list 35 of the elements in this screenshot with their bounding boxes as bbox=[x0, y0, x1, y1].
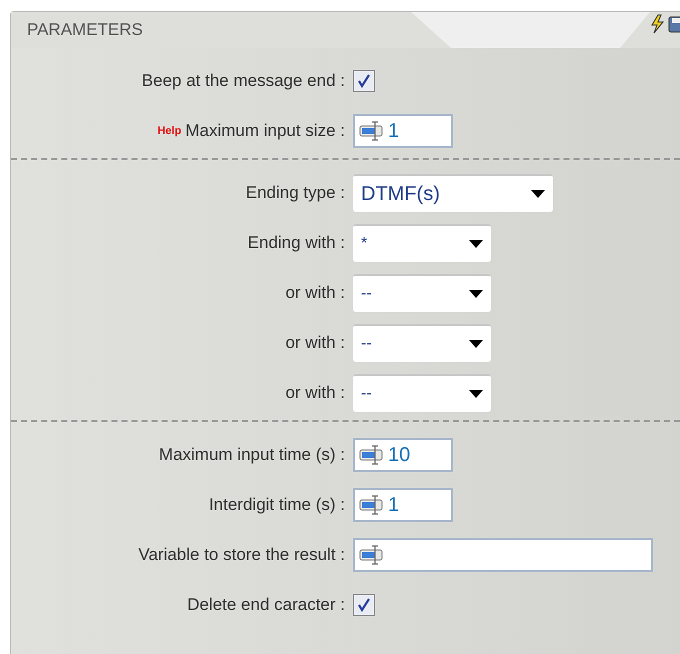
field-label: Ending type : bbox=[246, 182, 345, 204]
field-label: or with : bbox=[285, 282, 345, 304]
field-label: Interdigit time (s) : bbox=[208, 494, 345, 516]
input-field[interactable]: 1 bbox=[353, 114, 453, 148]
dropdown-arrow-icon bbox=[469, 340, 483, 348]
check-icon bbox=[357, 598, 371, 612]
field-label: or with : bbox=[285, 332, 345, 354]
panel-title: PARAMETERS bbox=[27, 19, 143, 42]
dropdown[interactable]: -- bbox=[353, 374, 491, 412]
dropdown-arrow-icon bbox=[531, 190, 545, 198]
checkbox[interactable] bbox=[353, 70, 375, 92]
field-label: Maximum input size : bbox=[185, 120, 345, 142]
input-field[interactable]: 10 bbox=[353, 438, 453, 472]
field-label: Variable to store the result : bbox=[138, 544, 345, 566]
text-field-icon bbox=[359, 121, 385, 141]
help-link[interactable]: Help bbox=[157, 122, 182, 140]
dropdown-arrow-icon bbox=[469, 390, 483, 398]
checkbox[interactable] bbox=[353, 594, 375, 616]
field-label: or with : bbox=[285, 382, 345, 404]
dropdown-arrow-icon bbox=[469, 240, 483, 248]
input-field[interactable] bbox=[353, 538, 653, 572]
dropdown[interactable]: -- bbox=[353, 324, 491, 362]
dropdown[interactable]: -- bbox=[353, 274, 491, 312]
dropdown[interactable]: * bbox=[353, 224, 491, 262]
dropdown-arrow-icon bbox=[469, 290, 483, 298]
text-field-icon bbox=[359, 545, 385, 565]
input-field[interactable]: 1 bbox=[353, 488, 453, 522]
dropdown[interactable]: DTMF(s) bbox=[353, 174, 553, 212]
field-label: Ending with : bbox=[248, 232, 345, 254]
check-icon bbox=[357, 74, 371, 88]
field-label: Maximum input time (s) : bbox=[158, 444, 345, 466]
field-label: Beep at the message end : bbox=[142, 70, 345, 92]
field-label: Delete end caracter : bbox=[187, 594, 345, 616]
text-field-icon bbox=[359, 445, 385, 465]
text-field-icon bbox=[359, 495, 385, 515]
